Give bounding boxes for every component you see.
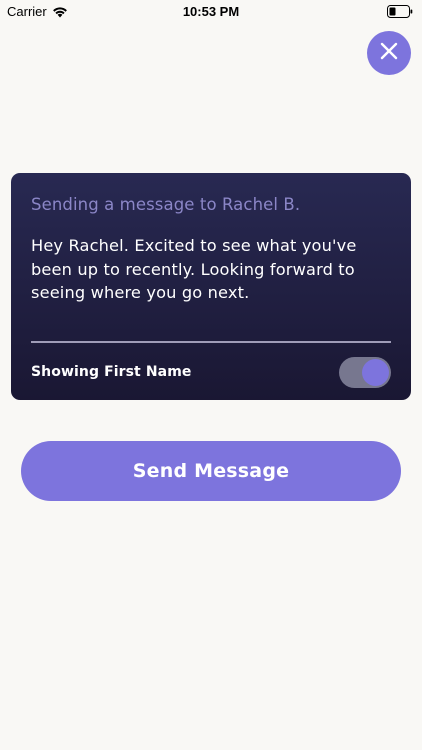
battery-indicator: [387, 5, 413, 18]
message-text[interactable]: Hey Rachel. Excited to see what you've b…: [31, 234, 376, 305]
battery-icon: [387, 5, 413, 18]
message-card: Sending a message to Rachel B. Hey Rache…: [11, 173, 411, 400]
close-icon: [380, 42, 398, 64]
toggle-knob: [362, 358, 389, 386]
first-name-toggle-label: Showing First Name: [31, 364, 192, 380]
first-name-setting: Showing First Name: [31, 356, 391, 388]
recipient-heading: Sending a message to Rachel B.: [31, 195, 301, 214]
status-time: 10:53 PM: [182, 4, 240, 19]
status-bar: Carrier 10:53 PM: [0, 0, 422, 24]
send-message-button[interactable]: Send Message: [21, 441, 401, 501]
message-divider: [31, 341, 391, 343]
first-name-toggle[interactable]: [339, 356, 391, 388]
close-button[interactable]: [367, 31, 411, 75]
